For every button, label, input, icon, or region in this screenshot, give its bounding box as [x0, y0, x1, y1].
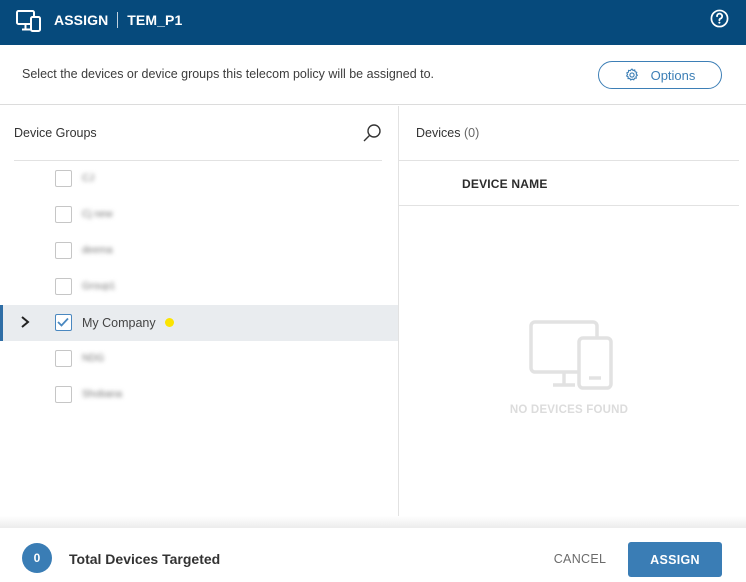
- status-dot-icon: [164, 318, 174, 327]
- search-icon[interactable]: [362, 123, 382, 143]
- divider: [399, 205, 739, 206]
- gear-icon: [625, 68, 638, 81]
- divider: [399, 160, 739, 161]
- total-devices-label: Total Devices Targeted: [69, 551, 221, 567]
- group-checkbox[interactable]: [55, 278, 72, 295]
- group-checkbox[interactable]: [55, 206, 72, 223]
- checkmark-icon: [57, 317, 69, 327]
- dialog-title-action: ASSIGN: [54, 12, 109, 28]
- devices-panel: Devices (0) DEVICE NAME NO DEVICES FOUND: [398, 106, 746, 516]
- device-group-item[interactable]: Group1: [0, 269, 398, 305]
- group-checkbox-checked[interactable]: [55, 314, 72, 331]
- device-groups-heading: Device Groups: [14, 126, 97, 140]
- total-devices-badge: 0: [22, 543, 52, 573]
- group-label: CJ: [82, 173, 95, 184]
- group-checkbox[interactable]: [55, 242, 72, 259]
- empty-state-text: NO DEVICES FOUND: [509, 404, 629, 416]
- instruction-bar: Select the devices or device groups this…: [0, 45, 746, 105]
- group-label: NDG: [82, 353, 105, 364]
- group-checkbox[interactable]: [55, 170, 72, 187]
- footer-shadow: [0, 516, 746, 528]
- device-group-item[interactable]: CJ: [0, 161, 398, 197]
- options-label: Options: [650, 67, 696, 83]
- device-groups-panel: Device Groups CJ Cj new deema Group1 My …: [0, 106, 398, 516]
- group-label: deema: [82, 245, 113, 256]
- dialog-title-policy: TEM_P1: [127, 12, 183, 28]
- devices-count: (0): [463, 126, 480, 140]
- device-group-item[interactable]: NDG: [0, 341, 398, 377]
- device-group-list: CJ Cj new deema Group1 My Company NDG Sh…: [0, 161, 398, 413]
- instruction-text: Select the devices or device groups this…: [22, 67, 435, 81]
- options-button[interactable]: Options: [598, 61, 722, 89]
- devices-empty-icon: [529, 320, 613, 390]
- column-header-device-name[interactable]: DEVICE NAME: [462, 177, 548, 191]
- devices-icon: [16, 10, 41, 32]
- devices-heading: Devices (0): [416, 126, 479, 140]
- group-checkbox[interactable]: [55, 350, 72, 367]
- group-label-row: My Company: [82, 316, 174, 330]
- dialog-header: ASSIGN TEM_P1: [0, 0, 746, 45]
- empty-state: NO DEVICES FOUND: [509, 320, 649, 416]
- assign-button[interactable]: ASSIGN: [628, 542, 722, 577]
- device-group-item[interactable]: Cj new: [0, 197, 398, 233]
- dialog-footer: 0 Total Devices Targeted CANCEL ASSIGN: [0, 528, 746, 582]
- help-circle-icon[interactable]: [710, 9, 729, 28]
- group-checkbox[interactable]: [55, 386, 72, 403]
- cancel-button[interactable]: CANCEL: [547, 542, 613, 576]
- device-group-item[interactable]: Shobana: [0, 377, 398, 413]
- chevron-right-icon[interactable]: [18, 315, 32, 329]
- group-label: Shobana: [82, 389, 123, 400]
- device-group-item[interactable]: deema: [0, 233, 398, 269]
- devices-heading-label: Devices: [416, 126, 461, 140]
- device-group-item-my-company[interactable]: My Company: [0, 305, 398, 341]
- group-label: My Company: [82, 316, 156, 330]
- group-label: Cj new: [82, 209, 113, 220]
- dialog-title: ASSIGN TEM_P1: [54, 12, 182, 28]
- title-separator: [117, 12, 119, 28]
- group-label: Group1: [82, 281, 116, 292]
